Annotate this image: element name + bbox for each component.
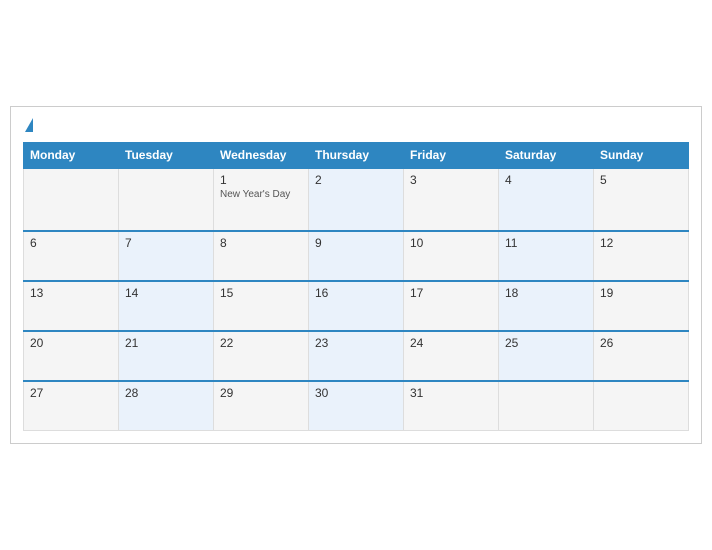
calendar-cell: 26 xyxy=(594,331,689,381)
day-number: 18 xyxy=(505,286,518,300)
day-header-monday: Monday xyxy=(24,143,119,169)
calendar-cell xyxy=(24,168,119,231)
day-header-tuesday: Tuesday xyxy=(119,143,214,169)
day-number: 4 xyxy=(505,173,512,187)
day-number: 17 xyxy=(410,286,423,300)
day-number: 11 xyxy=(505,236,517,250)
day-number: 3 xyxy=(410,173,417,187)
calendar-cell: 30 xyxy=(309,381,404,431)
calendar-cell: 11 xyxy=(499,231,594,281)
calendar-cell: 2 xyxy=(309,168,404,231)
calendar-container: MondayTuesdayWednesdayThursdayFridaySatu… xyxy=(10,106,702,445)
calendar-cell: 3 xyxy=(404,168,499,231)
calendar-cell: 29 xyxy=(214,381,309,431)
day-header-sunday: Sunday xyxy=(594,143,689,169)
calendar-week-row: 27 28 29 30 31 xyxy=(24,381,689,431)
day-header-wednesday: Wednesday xyxy=(214,143,309,169)
calendar-cell: 8 xyxy=(214,231,309,281)
calendar-header xyxy=(23,117,689,135)
calendar-cell: 6 xyxy=(24,231,119,281)
calendar-cell: 1 New Year's Day xyxy=(214,168,309,231)
calendar-grid: MondayTuesdayWednesdayThursdayFridaySatu… xyxy=(23,142,689,431)
day-header-thursday: Thursday xyxy=(309,143,404,169)
day-header-friday: Friday xyxy=(404,143,499,169)
calendar-cell: 25 xyxy=(499,331,594,381)
day-number: 16 xyxy=(315,286,328,300)
day-number: 13 xyxy=(30,286,43,300)
day-number: 5 xyxy=(600,173,607,187)
day-number: 22 xyxy=(220,336,233,350)
calendar-cell xyxy=(594,381,689,431)
calendar-cell: 14 xyxy=(119,281,214,331)
day-number: 8 xyxy=(220,236,227,250)
calendar-cell: 22 xyxy=(214,331,309,381)
day-number: 14 xyxy=(125,286,138,300)
day-number: 31 xyxy=(410,386,423,400)
day-number: 26 xyxy=(600,336,613,350)
calendar-week-row: 20 21 22 23 24 25 26 xyxy=(24,331,689,381)
day-number: 29 xyxy=(220,386,233,400)
calendar-week-row: 6 7 8 9 10 11 12 xyxy=(24,231,689,281)
calendar-cell: 15 xyxy=(214,281,309,331)
logo-blue-text xyxy=(23,117,33,135)
day-number: 9 xyxy=(315,236,322,250)
calendar-cell: 17 xyxy=(404,281,499,331)
calendar-cell: 9 xyxy=(309,231,404,281)
calendar-cell: 10 xyxy=(404,231,499,281)
holiday-label: New Year's Day xyxy=(220,189,302,200)
calendar-cell: 5 xyxy=(594,168,689,231)
calendar-cell: 20 xyxy=(24,331,119,381)
day-number: 28 xyxy=(125,386,138,400)
calendar-cell: 28 xyxy=(119,381,214,431)
day-number: 10 xyxy=(410,236,423,250)
day-number: 30 xyxy=(315,386,328,400)
calendar-week-row: 1 New Year's Day 2 3 4 5 xyxy=(24,168,689,231)
calendar-cell: 13 xyxy=(24,281,119,331)
day-number: 12 xyxy=(600,236,613,250)
calendar-cell xyxy=(119,168,214,231)
calendar-cell: 4 xyxy=(499,168,594,231)
day-header-saturday: Saturday xyxy=(499,143,594,169)
day-number: 1 xyxy=(220,173,227,187)
calendar-cell: 31 xyxy=(404,381,499,431)
calendar-cell: 27 xyxy=(24,381,119,431)
calendar-cell: 23 xyxy=(309,331,404,381)
day-number: 6 xyxy=(30,236,37,250)
calendar-cell: 18 xyxy=(499,281,594,331)
logo xyxy=(23,117,33,135)
day-number: 15 xyxy=(220,286,233,300)
calendar-week-row: 13 14 15 16 17 18 19 xyxy=(24,281,689,331)
day-number: 21 xyxy=(125,336,138,350)
day-number: 23 xyxy=(315,336,328,350)
day-number: 19 xyxy=(600,286,613,300)
day-number: 2 xyxy=(315,173,322,187)
calendar-cell: 21 xyxy=(119,331,214,381)
calendar-cell: 24 xyxy=(404,331,499,381)
calendar-cell: 12 xyxy=(594,231,689,281)
days-header-row: MondayTuesdayWednesdayThursdayFridaySatu… xyxy=(24,143,689,169)
calendar-cell: 16 xyxy=(309,281,404,331)
calendar-cell: 19 xyxy=(594,281,689,331)
day-number: 20 xyxy=(30,336,43,350)
calendar-cell: 7 xyxy=(119,231,214,281)
day-number: 27 xyxy=(30,386,43,400)
day-number: 7 xyxy=(125,236,132,250)
day-number: 24 xyxy=(410,336,423,350)
day-number: 25 xyxy=(505,336,518,350)
logo-triangle-icon xyxy=(25,118,33,132)
calendar-cell xyxy=(499,381,594,431)
